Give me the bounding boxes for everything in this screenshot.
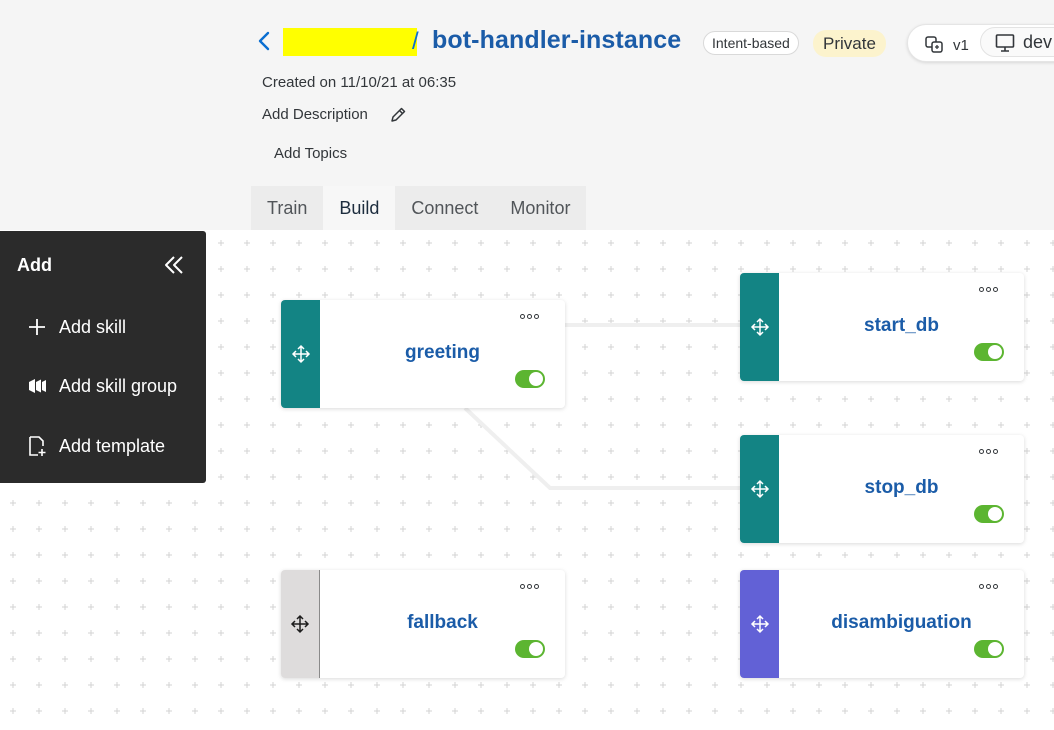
- page-title: bot-handler-instance: [432, 26, 682, 54]
- skill-name[interactable]: start_db: [779, 315, 1024, 337]
- tab-bar: Train Build Connect Monitor: [251, 186, 587, 230]
- more-options-icon[interactable]: [520, 314, 539, 319]
- redacted-breadcrumb: [283, 28, 417, 56]
- tab-build[interactable]: Build: [323, 186, 396, 230]
- move-icon: [750, 614, 769, 634]
- more-options-icon[interactable]: [520, 584, 539, 589]
- add-skill-label: Add skill: [59, 316, 127, 337]
- skill-group-icon: [29, 379, 46, 393]
- environment-selector[interactable]: dev: [980, 27, 1054, 57]
- skill-card-stop-db[interactable]: stop_db: [740, 435, 1024, 543]
- visibility-badge: Private: [813, 30, 886, 57]
- bot-type-badge: Intent-based: [703, 31, 799, 55]
- skill-toggle[interactable]: [515, 640, 545, 658]
- chevron-left-icon: [258, 31, 270, 51]
- plus-icon: [29, 319, 45, 335]
- monitor-icon: [995, 34, 1015, 52]
- add-description-link[interactable]: Add Description: [262, 106, 368, 123]
- skill-card-start-db[interactable]: start_db: [740, 273, 1024, 381]
- skill-toggle[interactable]: [974, 640, 1004, 658]
- skill-name[interactable]: stop_db: [779, 477, 1024, 499]
- more-options-icon[interactable]: [979, 287, 998, 292]
- add-template-button[interactable]: Add template: [26, 433, 165, 459]
- tab-train[interactable]: Train: [251, 186, 323, 230]
- drag-handle[interactable]: [281, 570, 320, 678]
- skill-toggle[interactable]: [515, 370, 545, 388]
- move-icon: [750, 479, 769, 499]
- more-options-icon[interactable]: [979, 449, 998, 454]
- back-button[interactable]: [252, 27, 276, 55]
- versions-icon: [925, 36, 943, 53]
- skill-toggle[interactable]: [974, 505, 1004, 523]
- move-icon: [291, 344, 310, 364]
- version-label: v1: [953, 37, 969, 54]
- breadcrumb-separator: /: [412, 28, 419, 55]
- drag-handle[interactable]: [740, 570, 779, 678]
- environment-label: dev: [1023, 32, 1053, 52]
- skill-toggle[interactable]: [974, 343, 1004, 361]
- tab-connect[interactable]: Connect: [395, 186, 494, 230]
- bot-header: / bot-handler-instance Intent-based Priv…: [0, 0, 1054, 230]
- add-skill-group-label: Add skill group: [59, 375, 178, 396]
- skill-card-disambiguation[interactable]: disambiguation: [740, 570, 1024, 678]
- add-skill-group-button[interactable]: Add skill group: [26, 373, 177, 399]
- skill-name[interactable]: greeting: [320, 342, 565, 364]
- drag-handle[interactable]: [281, 300, 320, 408]
- skill-name[interactable]: fallback: [320, 612, 565, 634]
- add-skill-button[interactable]: Add skill: [26, 314, 126, 340]
- skill-name[interactable]: disambiguation: [779, 612, 1024, 634]
- more-options-icon[interactable]: [979, 584, 998, 589]
- add-topics-link[interactable]: Add Topics: [274, 145, 347, 162]
- created-date: Created on 11/10/21 at 06:35: [262, 74, 457, 91]
- move-icon: [290, 614, 310, 634]
- tab-monitor[interactable]: Monitor: [494, 186, 586, 230]
- template-icon: [29, 436, 46, 456]
- skill-card-greeting[interactable]: greeting: [281, 300, 565, 408]
- add-panel: Add Add skill Add skill group Add templa…: [0, 231, 206, 483]
- drag-handle[interactable]: [740, 273, 779, 381]
- add-template-label: Add template: [59, 435, 166, 456]
- collapse-double-chevron-icon[interactable]: [163, 255, 185, 275]
- skill-card-fallback[interactable]: fallback: [281, 570, 565, 678]
- add-panel-title: Add: [17, 255, 52, 275]
- drag-handle[interactable]: [740, 435, 779, 543]
- pencil-icon[interactable]: [389, 106, 407, 124]
- move-icon: [750, 317, 769, 337]
